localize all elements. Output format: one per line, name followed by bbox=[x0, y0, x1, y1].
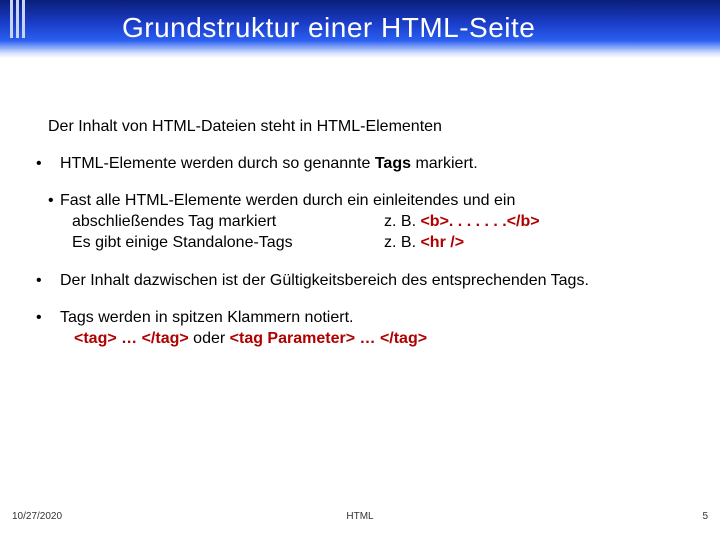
b2-r2c2: z. B. <b>. . . . . . .</b> bbox=[384, 211, 688, 232]
footer-topic: HTML bbox=[346, 511, 373, 522]
b2-r3c2b: <hr /> bbox=[420, 234, 464, 251]
slide-title: Grundstruktur einer HTML-Seite bbox=[122, 12, 535, 44]
b4-line2: <tag> … </tag> oder <tag Parameter> … </… bbox=[60, 328, 688, 349]
bullet-2: • Fast alle HTML-Elemente werden durch e… bbox=[48, 190, 688, 253]
b3-text: Der Inhalt dazwischen ist der Gültigkeit… bbox=[60, 272, 589, 289]
bullet-icon: • bbox=[48, 307, 60, 328]
b4-oder: oder bbox=[189, 330, 230, 347]
b2-r2c1: abschließendes Tag markiert bbox=[72, 211, 384, 232]
b4-ex1: <tag> … </tag> bbox=[74, 330, 189, 347]
footer-date: 10/27/2020 bbox=[12, 511, 62, 522]
b1-t2: markiert. bbox=[411, 155, 478, 172]
slide-content: Der Inhalt von HTML-Dateien steht in HTM… bbox=[48, 116, 688, 365]
b2-r3c2a: z. B. bbox=[384, 234, 420, 251]
b2-r3c1: Es gibt einige Standalone-Tags bbox=[72, 232, 384, 253]
b2-r1c1: Fast alle HTML-Elemente werden durch ein… bbox=[72, 190, 515, 211]
b1-tags: Tags bbox=[375, 155, 411, 172]
bullet-1: •HTML-Elemente werden durch so genannte … bbox=[48, 153, 688, 174]
b2-r2c2a: z. B. bbox=[384, 213, 420, 230]
bullet-icon: • bbox=[48, 153, 60, 174]
slide-header: Grundstruktur einer HTML-Seite bbox=[0, 0, 720, 58]
b1-t1: HTML-Elemente werden durch so genannte bbox=[60, 155, 375, 172]
footer-page-number: 5 bbox=[702, 511, 708, 522]
bullet-icon: • bbox=[48, 270, 60, 291]
b4-ex2: <tag Parameter> … </tag> bbox=[230, 330, 427, 347]
b4-line1: Tags werden in spitzen Klammern notiert. bbox=[60, 309, 353, 326]
slide: Grundstruktur einer HTML-Seite Der Inhal… bbox=[0, 0, 720, 540]
b2-r3c2: z. B. <hr /> bbox=[384, 232, 688, 253]
header-decoration bbox=[10, 0, 25, 58]
intro-text: Der Inhalt von HTML-Dateien steht in HTM… bbox=[48, 116, 688, 137]
bullet-3: •Der Inhalt dazwischen ist der Gültigkei… bbox=[48, 270, 688, 291]
b2-r2c2b: <b>. . . . . . .</b> bbox=[420, 213, 539, 230]
bullet-4: •Tags werden in spitzen Klammern notiert… bbox=[48, 307, 688, 349]
